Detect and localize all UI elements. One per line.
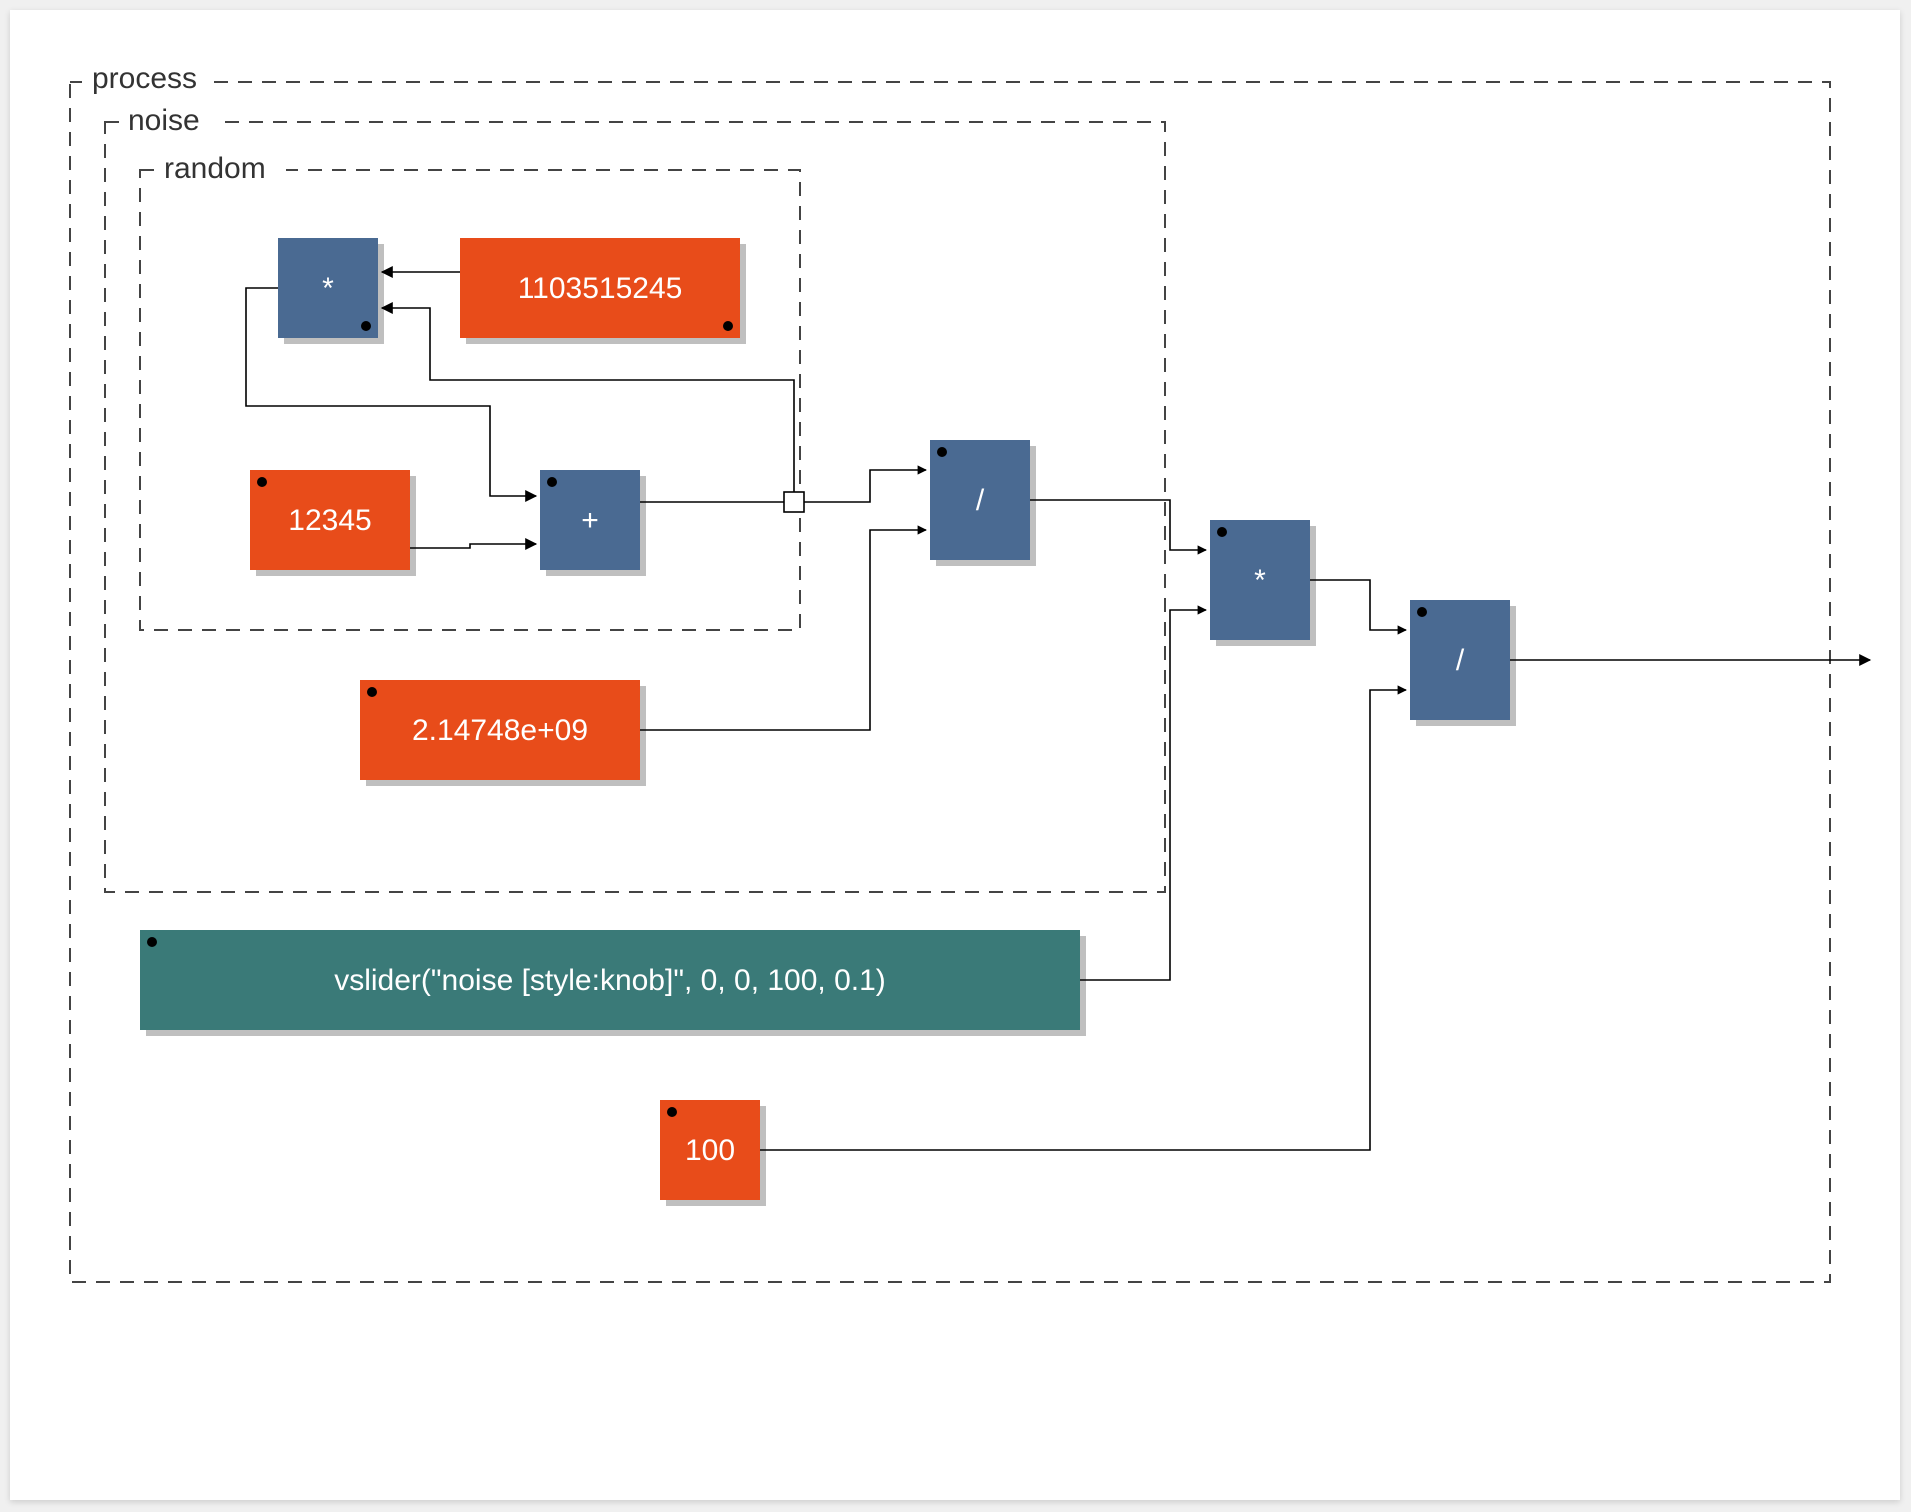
node-const-1103515245-label: 1103515245	[518, 272, 683, 305]
node-div2: /	[1410, 600, 1516, 726]
node-mul2-label: *	[1254, 564, 1266, 597]
node-div2-label: /	[1456, 644, 1465, 677]
node-mul1: *	[278, 238, 384, 344]
node-const-100-label: 100	[685, 1134, 735, 1167]
node-const-1103515245: 1103515245	[460, 238, 746, 344]
node-mul1-label: *	[322, 272, 334, 305]
group-label-noise: noise	[128, 104, 200, 137]
node-vslider-label: vslider("noise [style:knob]", 0, 0, 100,…	[334, 964, 886, 997]
node-mul2: *	[1210, 520, 1316, 646]
node-add-label: +	[581, 504, 599, 537]
node-add: +	[540, 470, 646, 576]
group-label-process: process	[92, 62, 197, 95]
node-const-12345: 12345	[250, 470, 416, 576]
node-vslider: vslider("noise [style:knob]", 0, 0, 100,…	[140, 930, 1086, 1036]
faust-block-diagram: process noise random * 1103515245 12345 …	[10, 10, 1900, 1500]
node-div1: /	[930, 440, 1036, 566]
group-label-random: random	[164, 152, 266, 185]
node-const-214748e09-label: 2.14748e+09	[412, 714, 588, 747]
node-div1-label: /	[976, 484, 985, 517]
node-const-214748e09: 2.14748e+09	[360, 680, 646, 786]
node-const-12345-label: 12345	[288, 504, 371, 537]
node-const-100: 100	[660, 1100, 766, 1206]
